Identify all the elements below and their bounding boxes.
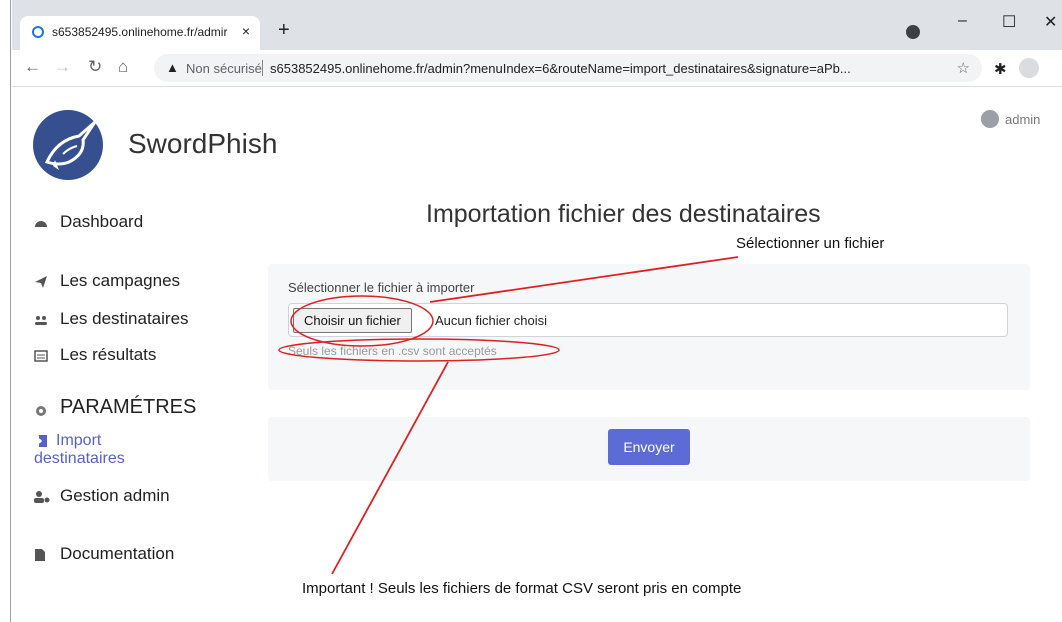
users-icon	[34, 312, 48, 326]
home-icon[interactable]: ⌂	[118, 58, 128, 76]
tab-title: s653852495.onlinehome.fr/admir	[52, 25, 228, 39]
close-window-button[interactable]: ✕	[1044, 12, 1057, 32]
sidebar-item-import-recipients[interactable]: Import destinataires	[34, 432, 144, 468]
dashboard-icon	[34, 215, 48, 229]
sidebar-item-label: Les destinataires	[60, 309, 189, 328]
minimize-button[interactable]: –	[958, 12, 967, 30]
sidebar-item-label: Documentation	[60, 544, 175, 563]
user-menu[interactable]: admin	[981, 110, 1040, 128]
file-status-text: Aucun fichier choisi	[435, 313, 547, 328]
sidebar-item-label: Gestion admin	[60, 486, 170, 505]
annotation-important: Important ! Seuls les fichiers de format…	[302, 580, 742, 597]
sidebar-item-label: Dashboard	[60, 212, 144, 231]
url-separator	[262, 60, 263, 76]
annotation-select-file: Sélectionner un fichier	[736, 235, 885, 252]
browser-profile-icon[interactable]	[906, 25, 920, 39]
brand-name: SwordPhish	[128, 128, 278, 159]
user-icon	[981, 110, 999, 128]
sidebar-item-recipients[interactable]: Les destinataires	[34, 309, 189, 329]
url-text[interactable]: s653852495.onlinehome.fr/admin?menuIndex…	[270, 61, 960, 76]
browser-toolbar: ← → ↻ ⌂ ▲ Non sécurisé s653852495.online…	[12, 50, 1062, 87]
left-window-edge	[0, 0, 12, 622]
new-tab-button[interactable]: +	[278, 20, 290, 40]
list-icon	[34, 348, 48, 362]
file-input-label: Sélectionner le fichier à importer	[288, 280, 475, 295]
submit-button[interactable]: Envoyer	[608, 429, 690, 465]
browser-menu-icon[interactable]: ⋮	[1057, 58, 1062, 78]
sidebar-item-campaigns[interactable]: Les campagnes	[34, 271, 180, 291]
user-name: admin	[1005, 111, 1041, 127]
back-icon[interactable]: ←	[24, 58, 41, 76]
maximize-button[interactable]: ☐	[1002, 12, 1016, 32]
import-icon	[34, 434, 48, 448]
sidebar-item-admin-management[interactable]: Gestion admin	[34, 486, 170, 506]
section-label: PARAMÉTRES	[60, 396, 197, 418]
sidebar-item-label: Les campagnes	[60, 271, 181, 290]
tab-favicon-icon	[32, 26, 44, 38]
sidebar-item-results[interactable]: Les résultats	[34, 345, 156, 365]
sidebar-item-label: Import destinataires	[34, 432, 125, 467]
forward-icon[interactable]: →	[54, 58, 71, 76]
gear-icon	[34, 401, 48, 416]
file-help-text: Seuls les fichiers en .csv sont acceptés	[288, 344, 497, 358]
sidebar-item-label: Les résultats	[60, 345, 157, 364]
tab-close-icon[interactable]: ×	[242, 23, 250, 39]
choose-file-button[interactable]: Choisir un fichier	[293, 308, 412, 333]
insecure-label: Non sécurisé	[186, 61, 262, 76]
profile-avatar-icon[interactable]	[1019, 58, 1039, 78]
file-upload-card: Sélectionner le fichier à importer Chois…	[268, 264, 1030, 390]
extensions-icon[interactable]: ✱	[994, 60, 1007, 78]
settings-section-title: PARAMÉTRES	[34, 396, 196, 419]
sidebar-item-documentation[interactable]: Documentation	[34, 544, 174, 564]
file-input[interactable]: Choisir un fichier Aucun fichier choisi	[288, 303, 1008, 337]
address-bar[interactable]: ▲ Non sécurisé s653852495.onlinehome.fr/…	[154, 54, 982, 82]
users-cog-icon	[34, 489, 50, 503]
document-icon	[34, 547, 48, 561]
warning-icon: ▲	[166, 60, 179, 75]
swordfish-logo	[33, 110, 103, 180]
bookmark-star-icon[interactable]: ☆	[957, 59, 970, 77]
submit-card: Envoyer	[268, 417, 1030, 481]
page-title: Importation fichier des destinataires	[426, 200, 821, 228]
browser-tab[interactable]: s653852495.onlinehome.fr/admir ×	[20, 16, 260, 50]
paper-plane-icon	[34, 274, 48, 288]
sidebar-item-dashboard[interactable]: Dashboard	[34, 212, 143, 232]
reload-icon[interactable]: ↻	[88, 58, 102, 76]
